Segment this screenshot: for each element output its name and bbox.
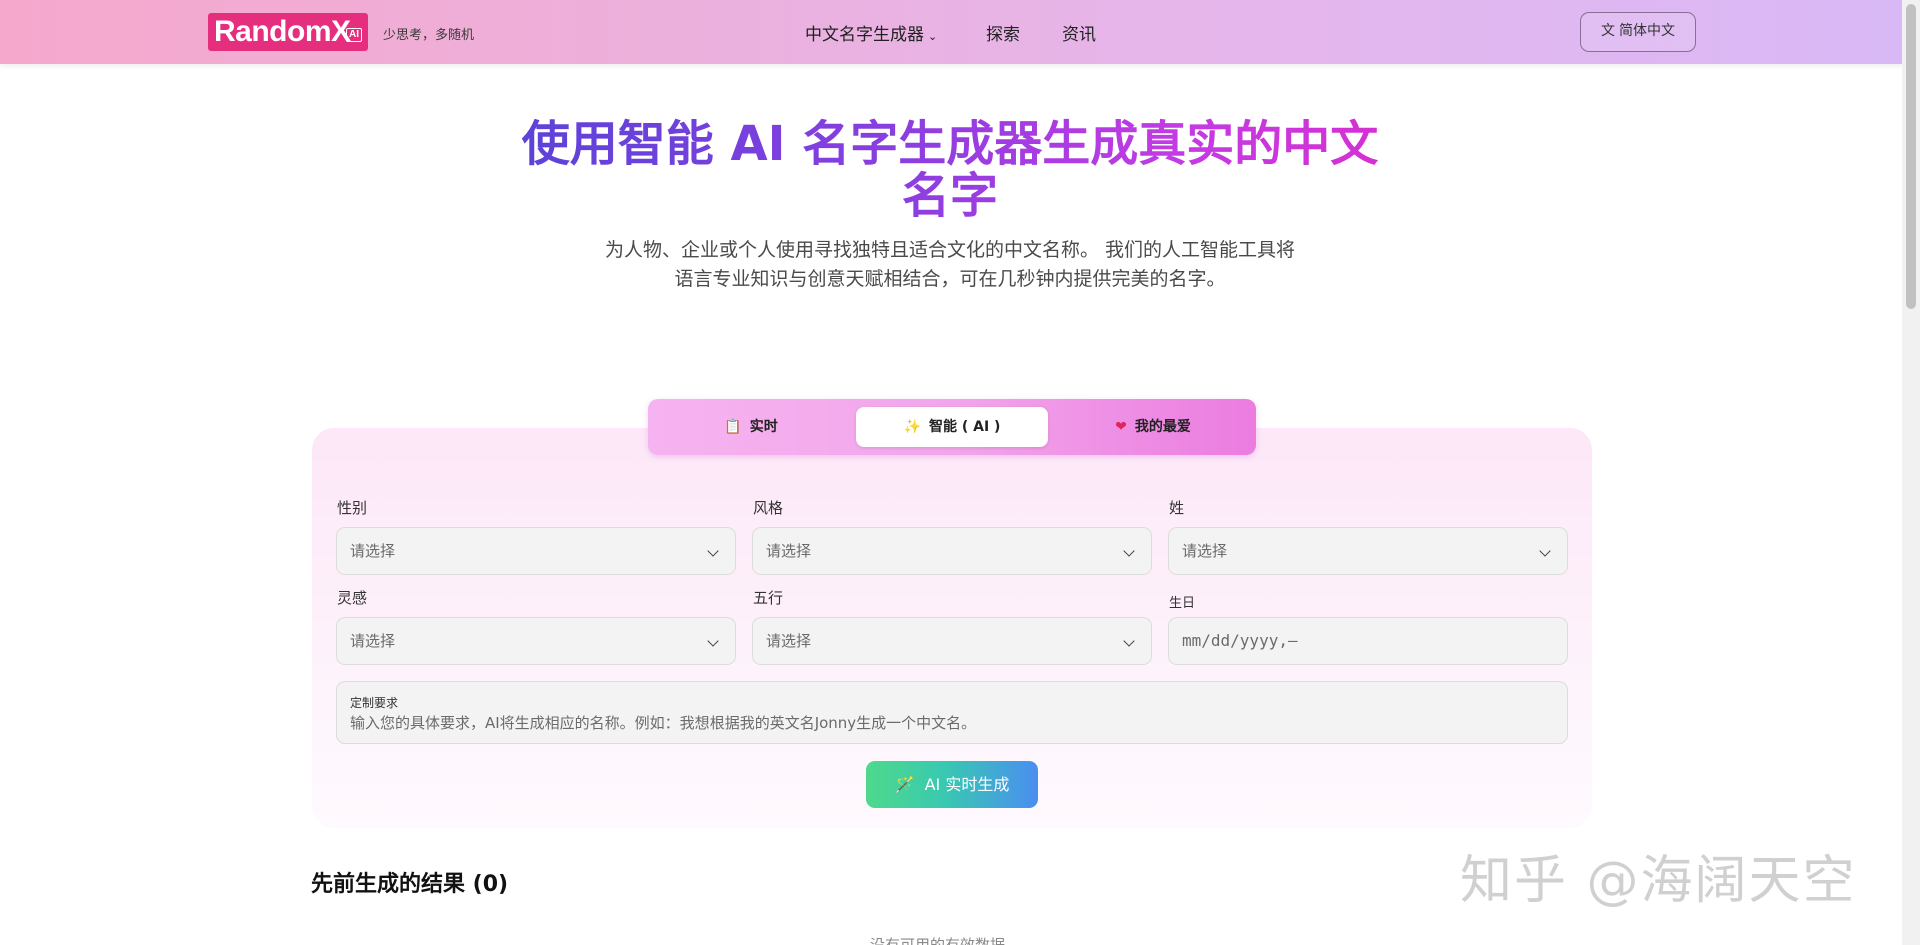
style-select-value: 请选择 xyxy=(766,542,812,560)
logo-ai-badge: AI xyxy=(346,28,362,42)
style-select[interactable]: 请选择 xyxy=(752,527,1152,575)
chevron-down-icon xyxy=(1539,545,1551,557)
ai-generate-button[interactable]: 🪄 AI 实时生成 xyxy=(866,761,1038,808)
sparkles-icon: ✨ xyxy=(903,419,921,435)
page-subtitle: 为人物、企业或个人使用寻找独特且适合文化的中文名称。 我们的人工智能工具将语言专… xyxy=(604,239,1296,290)
chevron-down-icon: ⌄ xyxy=(928,30,938,43)
chevron-down-icon xyxy=(1123,545,1135,557)
heart-icon: ❤ xyxy=(1115,419,1127,435)
scrollbar-thumb[interactable] xyxy=(1906,4,1916,309)
nav-name-generator[interactable]: 中文名字生成器 ⌄ xyxy=(805,20,937,45)
page-title: 使用智能 AI 名字生成器生成真实的中文名字 xyxy=(500,118,1400,222)
top-header: RandomX AI 少思考，多随机 中文名字生成器 ⌄ 探索 资讯 文简体中文 xyxy=(0,0,1902,64)
gender-select-value: 请选择 xyxy=(350,542,396,560)
language-button[interactable]: 文简体中文 xyxy=(1580,12,1696,52)
five-elements-label: 五行 xyxy=(753,589,784,607)
five-elements-select[interactable]: 请选择 xyxy=(752,617,1152,665)
mode-tabs: 📋 实时 ✨ 智能 ( AI ) ❤ 我的最爱 xyxy=(648,399,1256,455)
ai-generate-label: AI 实时生成 xyxy=(924,775,1010,794)
custom-requirements-placeholder: 输入您的具体要求，AI将生成相应的名称。例如：我想根据我的英文名Jonny生成一… xyxy=(350,714,977,732)
gender-select[interactable]: 请选择 xyxy=(336,527,736,575)
tab-ai-label: 智能 ( AI ) xyxy=(928,419,1001,435)
header-slogan: 少思考，多随机 xyxy=(383,28,475,43)
gender-label: 性别 xyxy=(337,499,368,517)
zhihu-watermark: 知乎 @海阔天空 xyxy=(1460,851,1857,911)
chevron-down-icon xyxy=(1123,635,1135,647)
previous-results-title: 先前生成的结果 (0) xyxy=(311,872,509,897)
custom-requirements-label: 定制要求 xyxy=(350,696,399,710)
page-scrollbar[interactable] xyxy=(1902,0,1920,945)
language-label: 简体中文 xyxy=(1619,23,1675,39)
chevron-down-icon xyxy=(707,635,719,647)
five-elements-select-value: 请选择 xyxy=(766,632,812,650)
nav-explore[interactable]: 探索 xyxy=(986,20,1020,45)
style-label: 风格 xyxy=(753,499,784,517)
logo-text: RandomX xyxy=(214,15,351,48)
inspiration-label: 灵感 xyxy=(337,589,368,607)
tab-live[interactable]: 📋 实时 xyxy=(656,407,846,447)
tab-ai[interactable]: ✨ 智能 ( AI ) xyxy=(856,407,1048,447)
surname-select-value: 请选择 xyxy=(1182,542,1228,560)
surname-select[interactable]: 请选择 xyxy=(1168,527,1568,575)
nav-news[interactable]: 资讯 xyxy=(1062,20,1096,45)
inspiration-select[interactable]: 请选择 xyxy=(336,617,736,665)
inspiration-select-value: 请选择 xyxy=(350,632,396,650)
translate-icon: 文 xyxy=(1601,23,1615,39)
surname-label: 姓 xyxy=(1169,499,1185,517)
chevron-down-icon xyxy=(707,545,719,557)
tab-favorites-label: 我的最爱 xyxy=(1134,419,1191,435)
birthday-input[interactable]: mm/dd/yyyy,— xyxy=(1168,617,1568,665)
clipboard-icon: 📋 xyxy=(724,419,742,435)
birthday-label: 生日 xyxy=(1169,596,1196,611)
nav-name-generator-label: 中文名字生成器 xyxy=(805,25,924,45)
randomx-logo[interactable]: RandomX AI xyxy=(208,13,368,51)
tab-favorites[interactable]: ❤ 我的最爱 xyxy=(1058,407,1248,447)
empty-results-text: 没有可用的有效数据 xyxy=(870,936,1006,945)
magic-wand-icon: 🪄 xyxy=(894,775,915,794)
tab-live-label: 实时 xyxy=(749,419,778,435)
custom-requirements-field[interactable]: 定制要求 输入您的具体要求，AI将生成相应的名称。例如：我想根据我的英文名Jon… xyxy=(336,681,1568,744)
